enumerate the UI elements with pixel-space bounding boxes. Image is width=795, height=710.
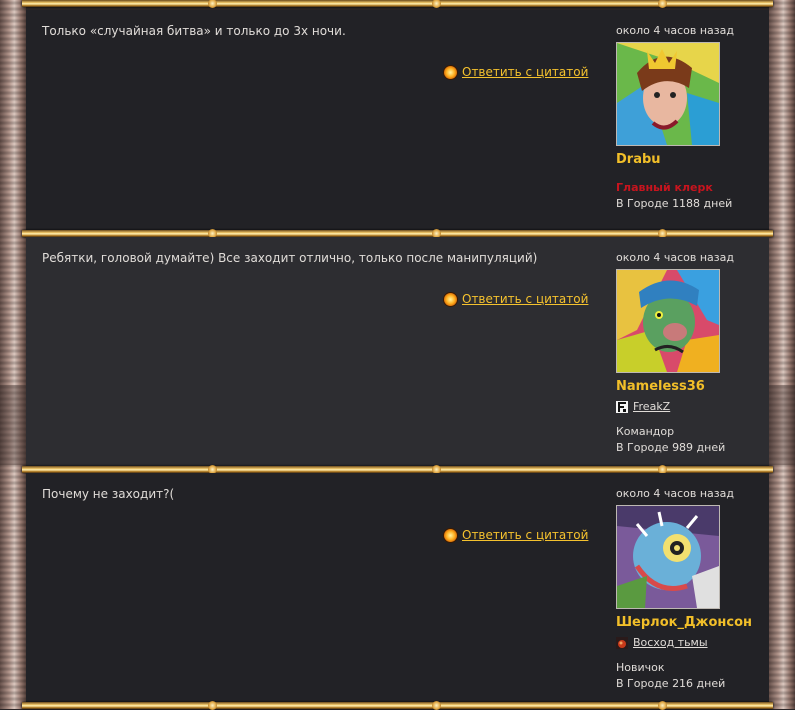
post-author-info: около 4 часов назад Nameless36 FreakZ Ко… [616,251,776,454]
post-author-info: около 4 часов назад Шерлок_Джонсон Восхо… [616,487,776,690]
user-rank: Командор [616,425,675,438]
avatar-image [617,270,719,372]
avatar-image [617,506,719,608]
quote-reply-label[interactable]: Ответить с цитатой [462,528,588,542]
avatar-image [617,43,719,145]
post-divider [22,465,773,474]
user-days-in-city: В Городе 1188 дней [616,197,733,210]
user-days-in-city: В Городе 989 дней [616,441,726,454]
avatar[interactable] [616,269,720,373]
quote-reply-label[interactable]: Ответить с цитатой [462,65,588,79]
username[interactable]: Шерлок_Джонсон [616,615,776,630]
post-text: Ребятки, головой думайте) Все заходит от… [42,251,538,265]
clan-voshod-icon [616,636,628,649]
user-rank: Главный клерк [616,181,713,194]
user-clan: Восход тьмы [616,636,776,649]
post-text: Почему не заходит?( [42,487,175,501]
quote-reply-label[interactable]: Ответить с цитатой [462,292,588,306]
user-days-in-city: В Городе 216 дней [616,677,726,690]
post-author-info: около 4 часов назад Drabu Главный клерк … [616,24,776,210]
quote-sun-icon [444,65,457,79]
quote-sun-icon [444,292,457,306]
post-text: Только «случайная битва» и только до 3х … [42,24,346,38]
post-time: около 4 часов назад [616,251,734,264]
quote-reply-button[interactable]: Ответить с цитатой [444,292,588,306]
post-divider [22,701,773,710]
forum-post: Почему не заходит?( Ответить с цитатой о… [26,473,769,703]
clan-link[interactable]: FreakZ [633,400,670,413]
quote-sun-icon [444,528,457,542]
quote-reply-button[interactable]: Ответить с цитатой [444,528,588,542]
frame-ornament [0,385,26,465]
clan-link[interactable]: Восход тьмы [633,636,708,649]
user-clan: FreakZ [616,400,776,413]
username[interactable]: Nameless36 [616,379,776,394]
quote-reply-button[interactable]: Ответить с цитатой [444,65,588,79]
avatar[interactable] [616,42,720,146]
post-time: около 4 часов назад [616,487,734,500]
post-time: около 4 часов назад [616,24,734,37]
post-divider [22,0,773,8]
frame-left [0,0,26,709]
forum-post: Ребятки, головой думайте) Все заходит от… [26,237,769,469]
username[interactable]: Drabu [616,152,776,167]
post-divider [22,229,773,238]
forum-post: Только «случайная битва» и только до 3х … [26,10,769,232]
clan-freakz-icon [616,400,628,413]
user-rank: Новичок [616,661,665,674]
avatar[interactable] [616,505,720,609]
